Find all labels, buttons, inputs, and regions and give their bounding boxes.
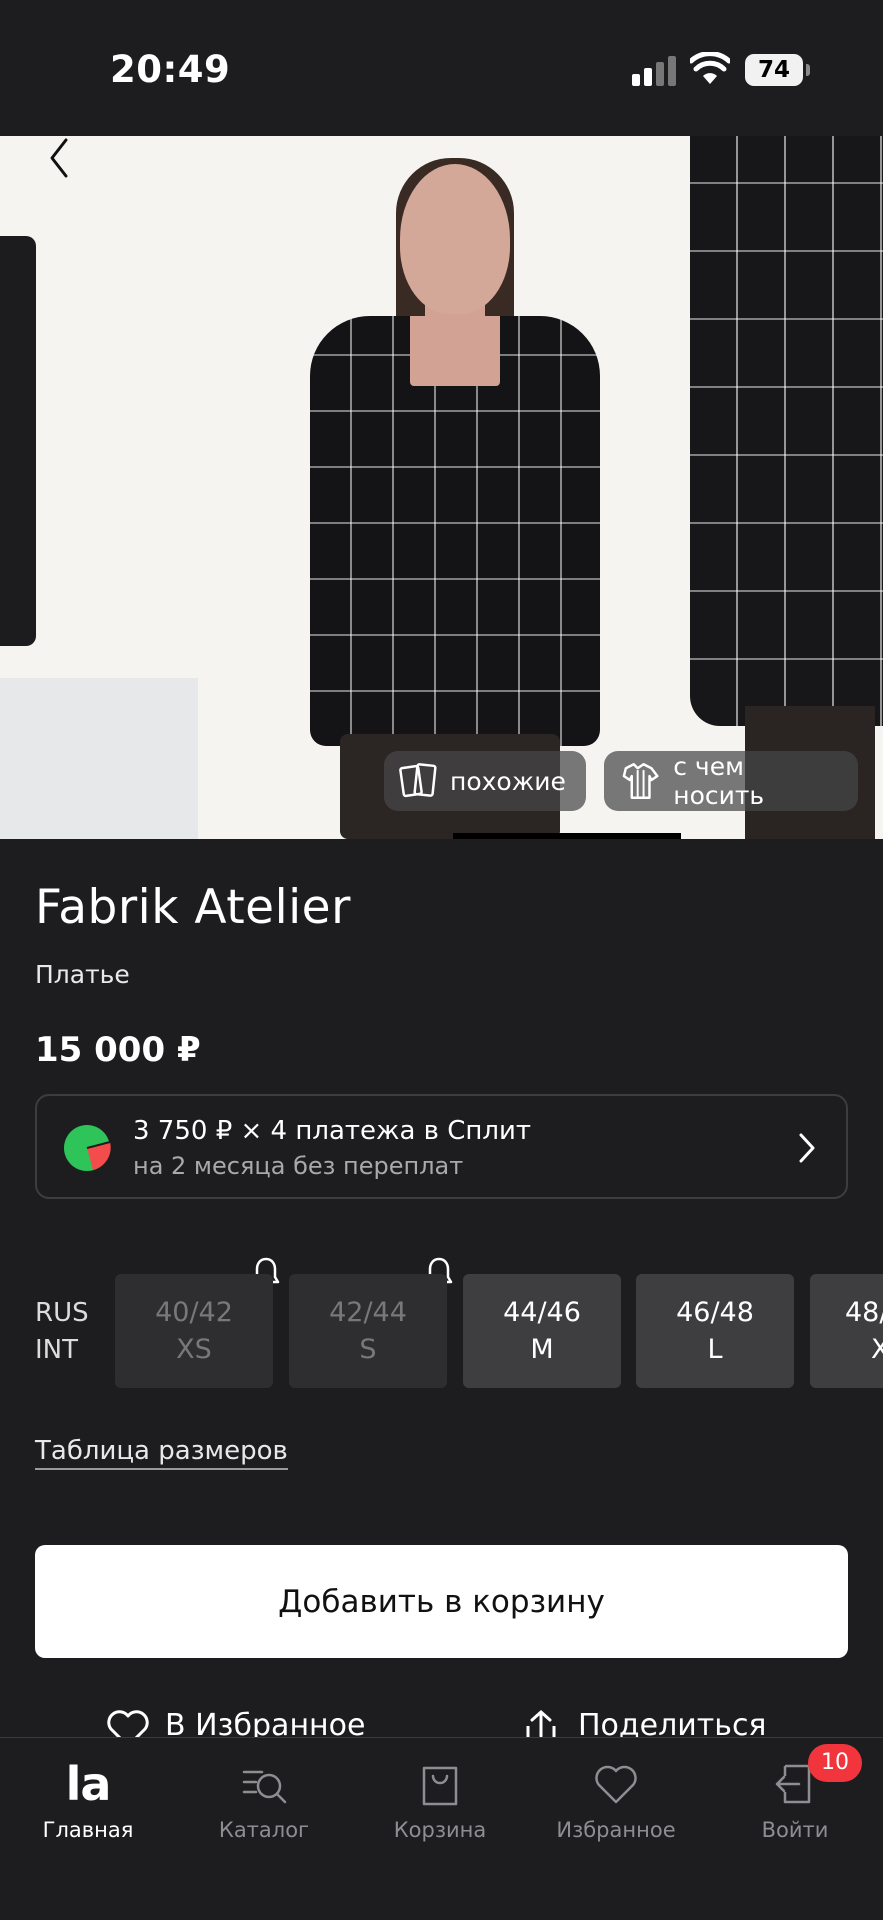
wifi-icon [690, 52, 730, 84]
size-int: XS [176, 1334, 212, 1365]
catalog-search-icon [242, 1770, 287, 1804]
battery-indicator: 74 [745, 54, 810, 86]
size-label-int: INT [35, 1335, 78, 1365]
similar-button[interactable]: похожие [384, 751, 586, 811]
login-notification-badge: 10 [808, 1744, 862, 1782]
model-face [400, 164, 510, 314]
cellular-signal-icon [632, 56, 676, 86]
what-to-wear-button[interactable]: с чем носить [604, 751, 858, 811]
clothes-icon [622, 763, 659, 799]
size-system-labels: RUS INT [35, 1295, 89, 1369]
size-label-rus: RUS [35, 1298, 89, 1328]
add-to-cart-button[interactable]: Добавить в корзину [35, 1545, 848, 1658]
what-to-wear-label: с чем носить [673, 752, 765, 810]
share-button[interactable]: Поделиться [518, 1708, 766, 1738]
tab-label: Главная [42, 1818, 134, 1842]
tab-label: Войти [761, 1818, 829, 1842]
share-icon [526, 1709, 556, 1738]
size-int: L [707, 1334, 723, 1365]
split-logo-icon [64, 1125, 111, 1171]
chevron-right-icon [799, 1133, 815, 1163]
size-option-xs[interactable]: 40/42 XS [115, 1274, 273, 1388]
size-int: M [530, 1334, 554, 1365]
size-rus: 48/50 [845, 1297, 883, 1328]
split-title: 3 750 ₽ × 4 платежа в Сплит [133, 1116, 532, 1146]
previous-photo-peek [0, 236, 36, 646]
tab-label: Избранное [556, 1818, 676, 1842]
heart-icon [595, 1765, 637, 1804]
tab-catalog[interactable]: Каталог [176, 1738, 352, 1868]
status-time: 20:49 [110, 48, 231, 91]
back-chevron-icon[interactable] [40, 136, 80, 186]
brand-name[interactable]: Fabrik Atelier [35, 880, 351, 935]
heart-icon [107, 1710, 149, 1738]
tab-home[interactable]: la Главная [0, 1738, 176, 1868]
size-rus: 42/44 [329, 1297, 407, 1328]
tab-label: Корзина [393, 1818, 487, 1842]
size-option-xl[interactable]: 48/50 XL [810, 1274, 883, 1388]
tab-favorites[interactable]: Избранное [528, 1738, 704, 1868]
size-table-link[interactable]: Таблица размеров [35, 1436, 288, 1470]
similar-cards-icon [399, 763, 437, 798]
split-payment-card[interactable]: 3 750 ₽ × 4 платежа в Сплит на 2 месяца … [35, 1094, 848, 1199]
size-int: S [359, 1334, 377, 1365]
tab-label: Каталог [218, 1818, 310, 1842]
size-rus: 44/46 [503, 1297, 581, 1328]
size-option-l[interactable]: 46/48 L [636, 1274, 794, 1388]
size-option-m[interactable]: 44/46 M [463, 1274, 621, 1388]
similar-label: похожие [450, 766, 566, 796]
size-int: XL [871, 1334, 883, 1365]
bag-icon [422, 1766, 458, 1806]
carousel-indicator [453, 833, 681, 839]
product-category: Платье [35, 960, 130, 989]
secondary-actions: В Избранное Поделиться [0, 1708, 883, 1738]
add-to-favorites-button[interactable]: В Избранное [105, 1708, 365, 1738]
size-rus: 46/48 [676, 1297, 754, 1328]
tab-cart[interactable]: Корзина [352, 1738, 528, 1868]
size-option-s[interactable]: 42/44 S [289, 1274, 447, 1388]
favorites-label: В Избранное [165, 1708, 366, 1738]
model-dress [310, 316, 600, 746]
share-label: Поделиться [578, 1708, 767, 1738]
bottom-tab-bar: la Главная Каталог Корзина Избранное Вой… [0, 1737, 883, 1920]
previous-photo-background [0, 678, 198, 839]
status-bar: 20:49 74 [0, 0, 883, 136]
split-subtitle: на 2 месяца без переплат [133, 1152, 464, 1180]
size-rus: 40/42 [155, 1297, 233, 1328]
product-price: 15 000 ₽ [35, 1030, 201, 1070]
next-photo-peek [690, 136, 883, 726]
product-image-carousel[interactable]: похожие с чем носить [0, 136, 883, 839]
home-logo-icon: la [65, 1757, 112, 1811]
